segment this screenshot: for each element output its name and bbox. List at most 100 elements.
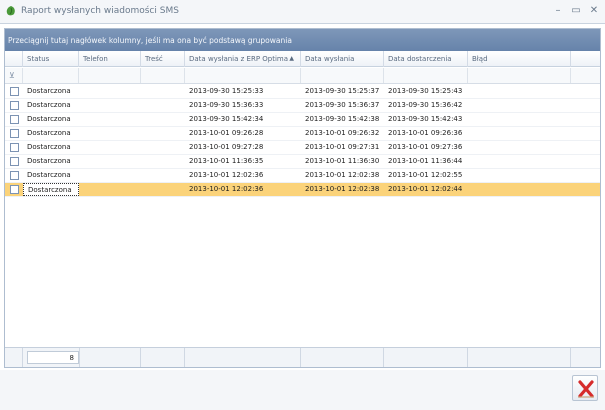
title-bar: Raport wysłanych wiadomości SMS – ▭ ✕ [0,0,605,24]
row-checkbox[interactable] [10,157,19,166]
record-count: 8 [27,351,79,364]
column-header-tresc[interactable]: Treść [141,51,185,67]
send-date-cell: 2013-09-30 15:25:37 [305,87,380,95]
status-cell: Dostarczona [27,87,71,95]
phone-cell [79,141,141,154]
table-row[interactable]: Dostarczona 2013-10-01 09:26:28 2013-10-… [5,127,600,141]
column-header-send-date[interactable]: Data wysłania [301,51,384,67]
close-button[interactable] [572,375,598,401]
phone-cell [79,169,141,182]
erp-date-cell: 2013-09-30 15:36:33 [189,101,264,109]
error-cell [468,113,571,126]
column-header-erp-date[interactable]: Data wysłania z ERP Optima ▲ [185,51,301,67]
erp-date-cell: 2013-10-01 09:26:28 [189,129,264,137]
status-cell: Dostarczona [27,115,71,123]
send-date-cell: 2013-10-01 09:27:31 [305,143,380,151]
send-date-cell: 2013-09-30 15:36:37 [305,101,380,109]
error-cell [468,85,571,98]
error-cell [468,141,571,154]
table-row-selected[interactable]: Dostarczona 2013-10-01 12:02:36 2013-10-… [5,183,600,197]
table-row[interactable]: Dostarczona 2013-09-30 15:25:33 2013-09-… [5,85,600,99]
delivery-date-cell: 2013-10-01 12:02:44 [388,185,463,193]
error-cell [468,169,571,182]
row-checkbox[interactable] [10,143,19,152]
send-date-cell: 2013-10-01 11:36:30 [305,157,380,165]
send-date-cell: 2013-10-01 12:02:38 [305,171,380,179]
delivery-date-cell: 2013-10-01 09:27:36 [388,143,463,151]
erp-date-cell: 2013-09-30 15:42:34 [189,115,264,123]
data-grid: Przeciągnij tutaj nagłówek kolumny, jeśl… [4,28,601,368]
erp-date-cell: 2013-10-01 12:02:36 [189,171,264,179]
phone-cell [79,99,141,112]
erp-date-cell: 2013-10-01 11:36:35 [189,157,264,165]
column-header-telefon[interactable]: Telefon [79,51,141,67]
column-header-row: Status Telefon Treść Data wysłania z ERP… [5,51,600,67]
delivery-date-cell: 2013-09-30 15:42:43 [388,115,463,123]
table-row[interactable]: Dostarczona 2013-10-01 09:27:28 2013-10-… [5,141,600,155]
filter-cell-send-date[interactable] [301,68,384,83]
erp-date-cell: 2013-09-30 15:25:33 [189,87,264,95]
phone-cell [79,155,141,168]
maximize-icon[interactable]: ▭ [569,4,583,18]
status-cell: Dostarczona [23,183,79,196]
row-checkbox[interactable] [10,171,19,180]
error-cell [468,127,571,140]
error-cell [468,155,571,168]
table-row[interactable]: Dostarczona 2013-09-30 15:42:34 2013-09-… [5,113,600,127]
content-cell [141,85,185,98]
content-cell [141,155,185,168]
send-date-cell: 2013-09-30 15:42:38 [305,115,380,123]
app-logo-icon [6,6,15,16]
bottom-toolbar [0,370,605,410]
column-header-erp-date-label: Data wysłania z ERP Optima [189,55,289,63]
filter-row-icon-cell: ⊻ [5,68,23,83]
filter-cell-tresc[interactable] [141,68,185,83]
window-title: Raport wysłanych wiadomości SMS [21,6,179,16]
phone-cell [79,183,141,196]
close-icon [578,380,594,398]
row-checkbox[interactable] [10,115,19,124]
erp-date-cell: 2013-10-01 09:27:28 [189,143,264,151]
group-by-panel[interactable]: Przeciągnij tutaj nagłówek kolumny, jeśl… [5,29,600,51]
row-checkbox[interactable] [10,101,19,110]
phone-cell [79,85,141,98]
row-checkbox[interactable] [10,87,19,96]
status-cell: Dostarczona [27,143,71,151]
status-cell: Dostarczona [27,101,71,109]
row-checkbox[interactable] [10,185,19,194]
error-cell [468,183,571,196]
table-body: Dostarczona 2013-09-30 15:25:33 2013-09-… [5,85,600,197]
error-cell [468,99,571,112]
filter-cell-error[interactable] [468,68,571,83]
row-checkbox[interactable] [10,129,19,138]
content-cell [141,99,185,112]
content-cell [141,141,185,154]
sort-ascending-icon: ▲ [289,55,294,62]
content-cell [141,169,185,182]
table-row[interactable]: Dostarczona 2013-10-01 11:36:35 2013-10-… [5,155,600,169]
filter-cell-erp-date[interactable] [185,68,301,83]
select-column-header[interactable] [5,51,23,67]
column-header-error[interactable]: Błąd [468,51,571,67]
filter-cell-delivery-date[interactable] [384,68,468,83]
filter-cell-telefon[interactable] [79,68,141,83]
delivery-date-cell: 2013-09-30 15:25:43 [388,87,463,95]
erp-date-cell: 2013-10-01 12:02:36 [189,185,264,193]
content-cell [141,127,185,140]
delivery-date-cell: 2013-10-01 11:36:44 [388,157,463,165]
minimize-icon[interactable]: – [551,4,565,18]
funnel-icon[interactable]: ⊻ [9,71,15,80]
status-cell: Dostarczona [27,129,71,137]
send-date-cell: 2013-10-01 12:02:38 [305,185,380,193]
column-header-status[interactable]: Status [23,51,79,67]
delivery-date-cell: 2013-10-01 09:26:36 [388,129,463,137]
table-row[interactable]: Dostarczona 2013-10-01 12:02:36 2013-10-… [5,169,600,183]
filter-cell-status[interactable] [23,68,79,83]
delivery-date-cell: 2013-10-01 12:02:55 [388,171,463,179]
close-window-icon[interactable]: ✕ [587,4,601,18]
table-row[interactable]: Dostarczona 2013-09-30 15:36:33 2013-09-… [5,99,600,113]
content-cell [141,183,185,196]
column-header-delivery-date[interactable]: Data dostarczenia [384,51,468,67]
status-cell: Dostarczona [27,157,71,165]
content-cell [141,113,185,126]
